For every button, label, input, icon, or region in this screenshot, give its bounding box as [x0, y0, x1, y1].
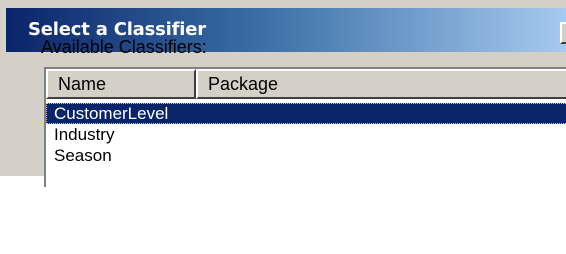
list-item-industry[interactable]: Industry	[46, 124, 566, 145]
column-header-name[interactable]: Name	[46, 69, 196, 99]
available-classifiers-label: Available Classifiers:	[41, 37, 207, 57]
classifier-list[interactable]: Name Package CustomerLevel Industry Seas…	[44, 67, 566, 187]
list-item-customerlevel[interactable]: CustomerLevel	[46, 103, 566, 124]
list-item-season[interactable]: Season	[46, 145, 566, 166]
background	[0, 176, 566, 254]
column-header-package[interactable]: Package	[196, 69, 566, 99]
list-header: Name Package	[46, 69, 566, 99]
list-rows: CustomerLevel Industry Season	[46, 103, 566, 166]
select-classifier-dialog: Select a Classifier × Available Classifi…	[0, 0, 566, 254]
close-button[interactable]: ×	[560, 22, 566, 44]
